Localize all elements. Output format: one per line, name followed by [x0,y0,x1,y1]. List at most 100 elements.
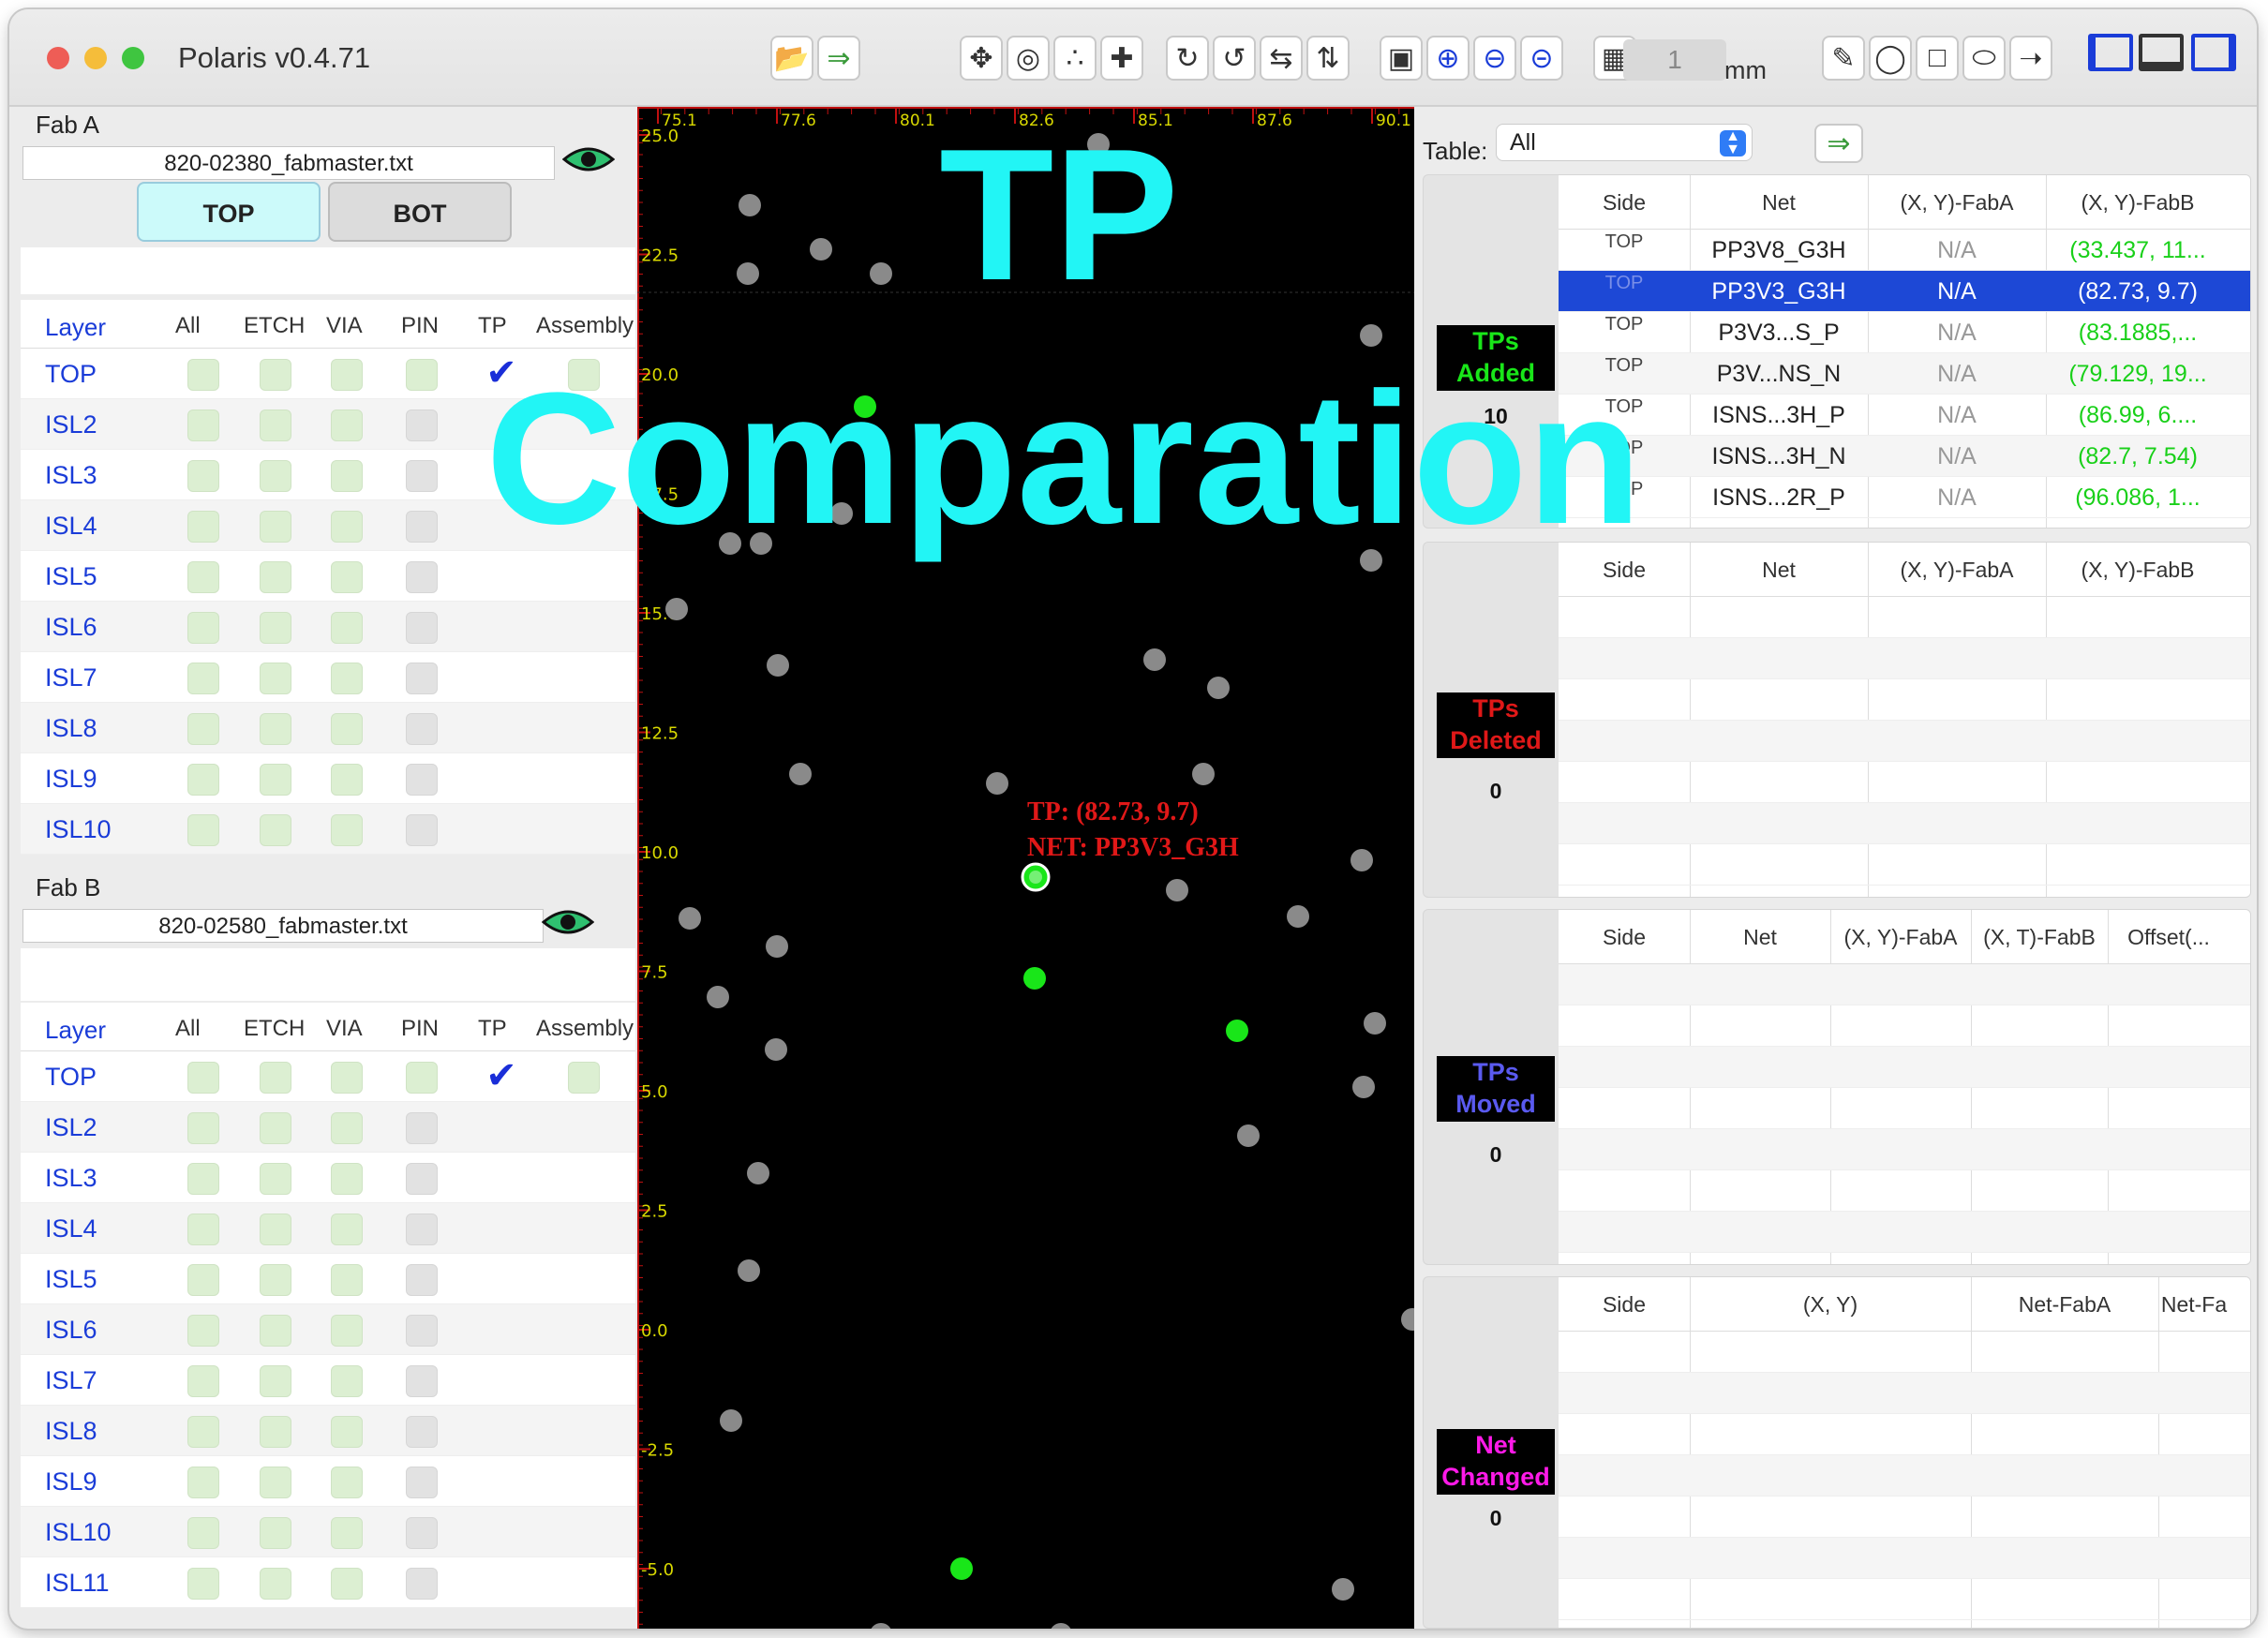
layer-checkbox[interactable] [331,1315,363,1347]
layer-checkbox[interactable] [406,713,438,745]
layer-checkbox[interactable] [406,663,438,694]
rect-icon[interactable]: □ [1916,36,1959,81]
layer-checkbox[interactable] [187,511,219,543]
layer-checkbox[interactable] [260,1365,291,1397]
layer-checkbox[interactable] [187,1264,219,1296]
layer-checkbox[interactable] [568,814,600,846]
layer-checkbox[interactable] [260,561,291,593]
crosshair-icon[interactable]: ✚ [1100,36,1143,81]
nodes-icon[interactable]: ∴ [1053,36,1097,81]
layer-checkbox[interactable] [568,1365,600,1397]
layer-checkbox[interactable] [187,1416,219,1448]
layer-checkbox[interactable] [331,1062,363,1094]
lasso-icon[interactable]: ◯ [1869,36,1912,81]
layer-checkbox[interactable] [260,663,291,694]
layer-checkbox[interactable] [187,1315,219,1347]
layer-checkbox[interactable] [331,764,363,796]
layer-checkbox[interactable] [406,1517,438,1549]
layer-checkbox[interactable] [406,359,438,391]
layer-checkbox[interactable] [568,1416,600,1448]
layer-checkbox[interactable] [187,663,219,694]
zoom-in-icon[interactable]: ⊕ [1426,36,1470,81]
layer-checkbox[interactable] [485,1214,517,1245]
table-row[interactable] [1559,1414,2250,1455]
layer-checkbox[interactable] [568,1112,600,1144]
table-row[interactable] [1559,1170,2250,1212]
layer-checkbox[interactable] [187,561,219,593]
table-row[interactable]: TOP P3V3...S_P N/A (83.1885,... [1559,312,2250,353]
board-canvas[interactable]: 75.1 77.6 80.1 82.6 85.1 87.6 90.1 25.0 22.5 20.0… [637,107,1414,1629]
net_changed-table[interactable]: Side (X, Y) Net-FabA Net-Fa [1559,1277,2250,1628]
layer-checkbox[interactable] [485,612,517,644]
table-row[interactable] [1559,721,2250,762]
layer-checkbox[interactable] [485,1568,517,1600]
layer-checkbox[interactable] [406,511,438,543]
layer-checkbox[interactable] [568,1517,600,1549]
layer-checkbox[interactable] [568,1467,600,1498]
layer-checkbox[interactable] [187,1365,219,1397]
layer-checkbox[interactable] [331,663,363,694]
layer-checkbox[interactable] [331,1365,363,1397]
layer-checkbox[interactable] [187,410,219,441]
table-row[interactable] [1559,1497,2250,1538]
table-row[interactable] [1559,679,2250,721]
layer-checkbox[interactable] [260,511,291,543]
table-row[interactable] [1559,1332,2250,1373]
layer-checkbox[interactable] [485,764,517,796]
tp-checked-checkbox[interactable]: ✔ [485,1057,517,1094]
pan-icon[interactable]: ✥ [960,36,1003,81]
layer-checkbox[interactable] [187,1163,219,1195]
layer-checkbox[interactable] [568,561,600,593]
layer-checkbox[interactable] [187,764,219,796]
layer-checkbox[interactable] [260,814,291,846]
export-table-icon[interactable]: ⇒ [1814,124,1863,163]
bot-side-button[interactable]: BOT [328,182,512,242]
layer-checkbox[interactable] [187,612,219,644]
zoom-fit-icon[interactable]: ▣ [1380,36,1423,81]
layer-checkbox[interactable] [568,1315,600,1347]
flip-horizontal-icon[interactable]: ⇆ [1260,36,1303,81]
table-row[interactable] [1559,844,2250,886]
layer-checkbox[interactable] [406,764,438,796]
table-row[interactable]: TOP PP3V8_G3H N/A (33.437, 11... [1559,230,2250,271]
top-side-button[interactable]: TOP [137,182,321,242]
zoom-window-button[interactable] [122,47,144,69]
layer-checkbox[interactable] [485,561,517,593]
layer-checkbox[interactable] [568,663,600,694]
rotate-ccw-90-icon[interactable]: ↺ [1213,36,1256,81]
layer-checkbox[interactable] [406,1365,438,1397]
layer-checkbox[interactable] [406,410,438,441]
grid-size-field[interactable]: 1 [1623,39,1726,81]
layer-checkbox[interactable] [187,1568,219,1600]
layer-checkbox[interactable] [485,1163,517,1195]
deleted-table[interactable]: Side Net (X, Y)-FabA (X, Y)-FabB [1559,543,2250,897]
board-svg[interactable]: 75.1 77.6 80.1 82.6 85.1 87.6 90.125.022.520.0… [637,107,1414,1629]
layer-checkbox[interactable] [260,1264,291,1296]
table-row[interactable] [1559,1047,2250,1088]
table-row[interactable] [1559,597,2250,638]
layer-checkbox[interactable] [485,1517,517,1549]
layer-checkbox[interactable] [187,1062,219,1094]
layer-checkbox[interactable] [331,814,363,846]
fab-a-eye-icon[interactable] [562,142,615,176]
layer-checkbox[interactable] [568,764,600,796]
close-window-button[interactable] [47,47,69,69]
layer-checkbox[interactable] [406,561,438,593]
layer-checkbox[interactable] [331,1112,363,1144]
layer-checkbox[interactable] [187,1467,219,1498]
layer-checkbox[interactable] [406,1062,438,1094]
layer-checkbox[interactable] [187,1517,219,1549]
layout-left-icon[interactable] [2088,34,2133,71]
layer-checkbox[interactable] [331,511,363,543]
fab-b-eye-icon[interactable] [542,905,594,939]
layer-checkbox[interactable] [485,814,517,846]
arrow-icon[interactable]: ➝ [2009,36,2052,81]
layer-checkbox[interactable] [260,1568,291,1600]
layer-checkbox[interactable] [406,814,438,846]
layer-checkbox[interactable] [331,1163,363,1195]
layer-checkbox[interactable] [485,1467,517,1498]
layer-checkbox[interactable] [331,1517,363,1549]
layer-checkbox[interactable] [260,612,291,644]
fab-a-file-field[interactable]: 820-02380_fabmaster.txt [22,146,555,180]
layer-checkbox[interactable] [331,1568,363,1600]
